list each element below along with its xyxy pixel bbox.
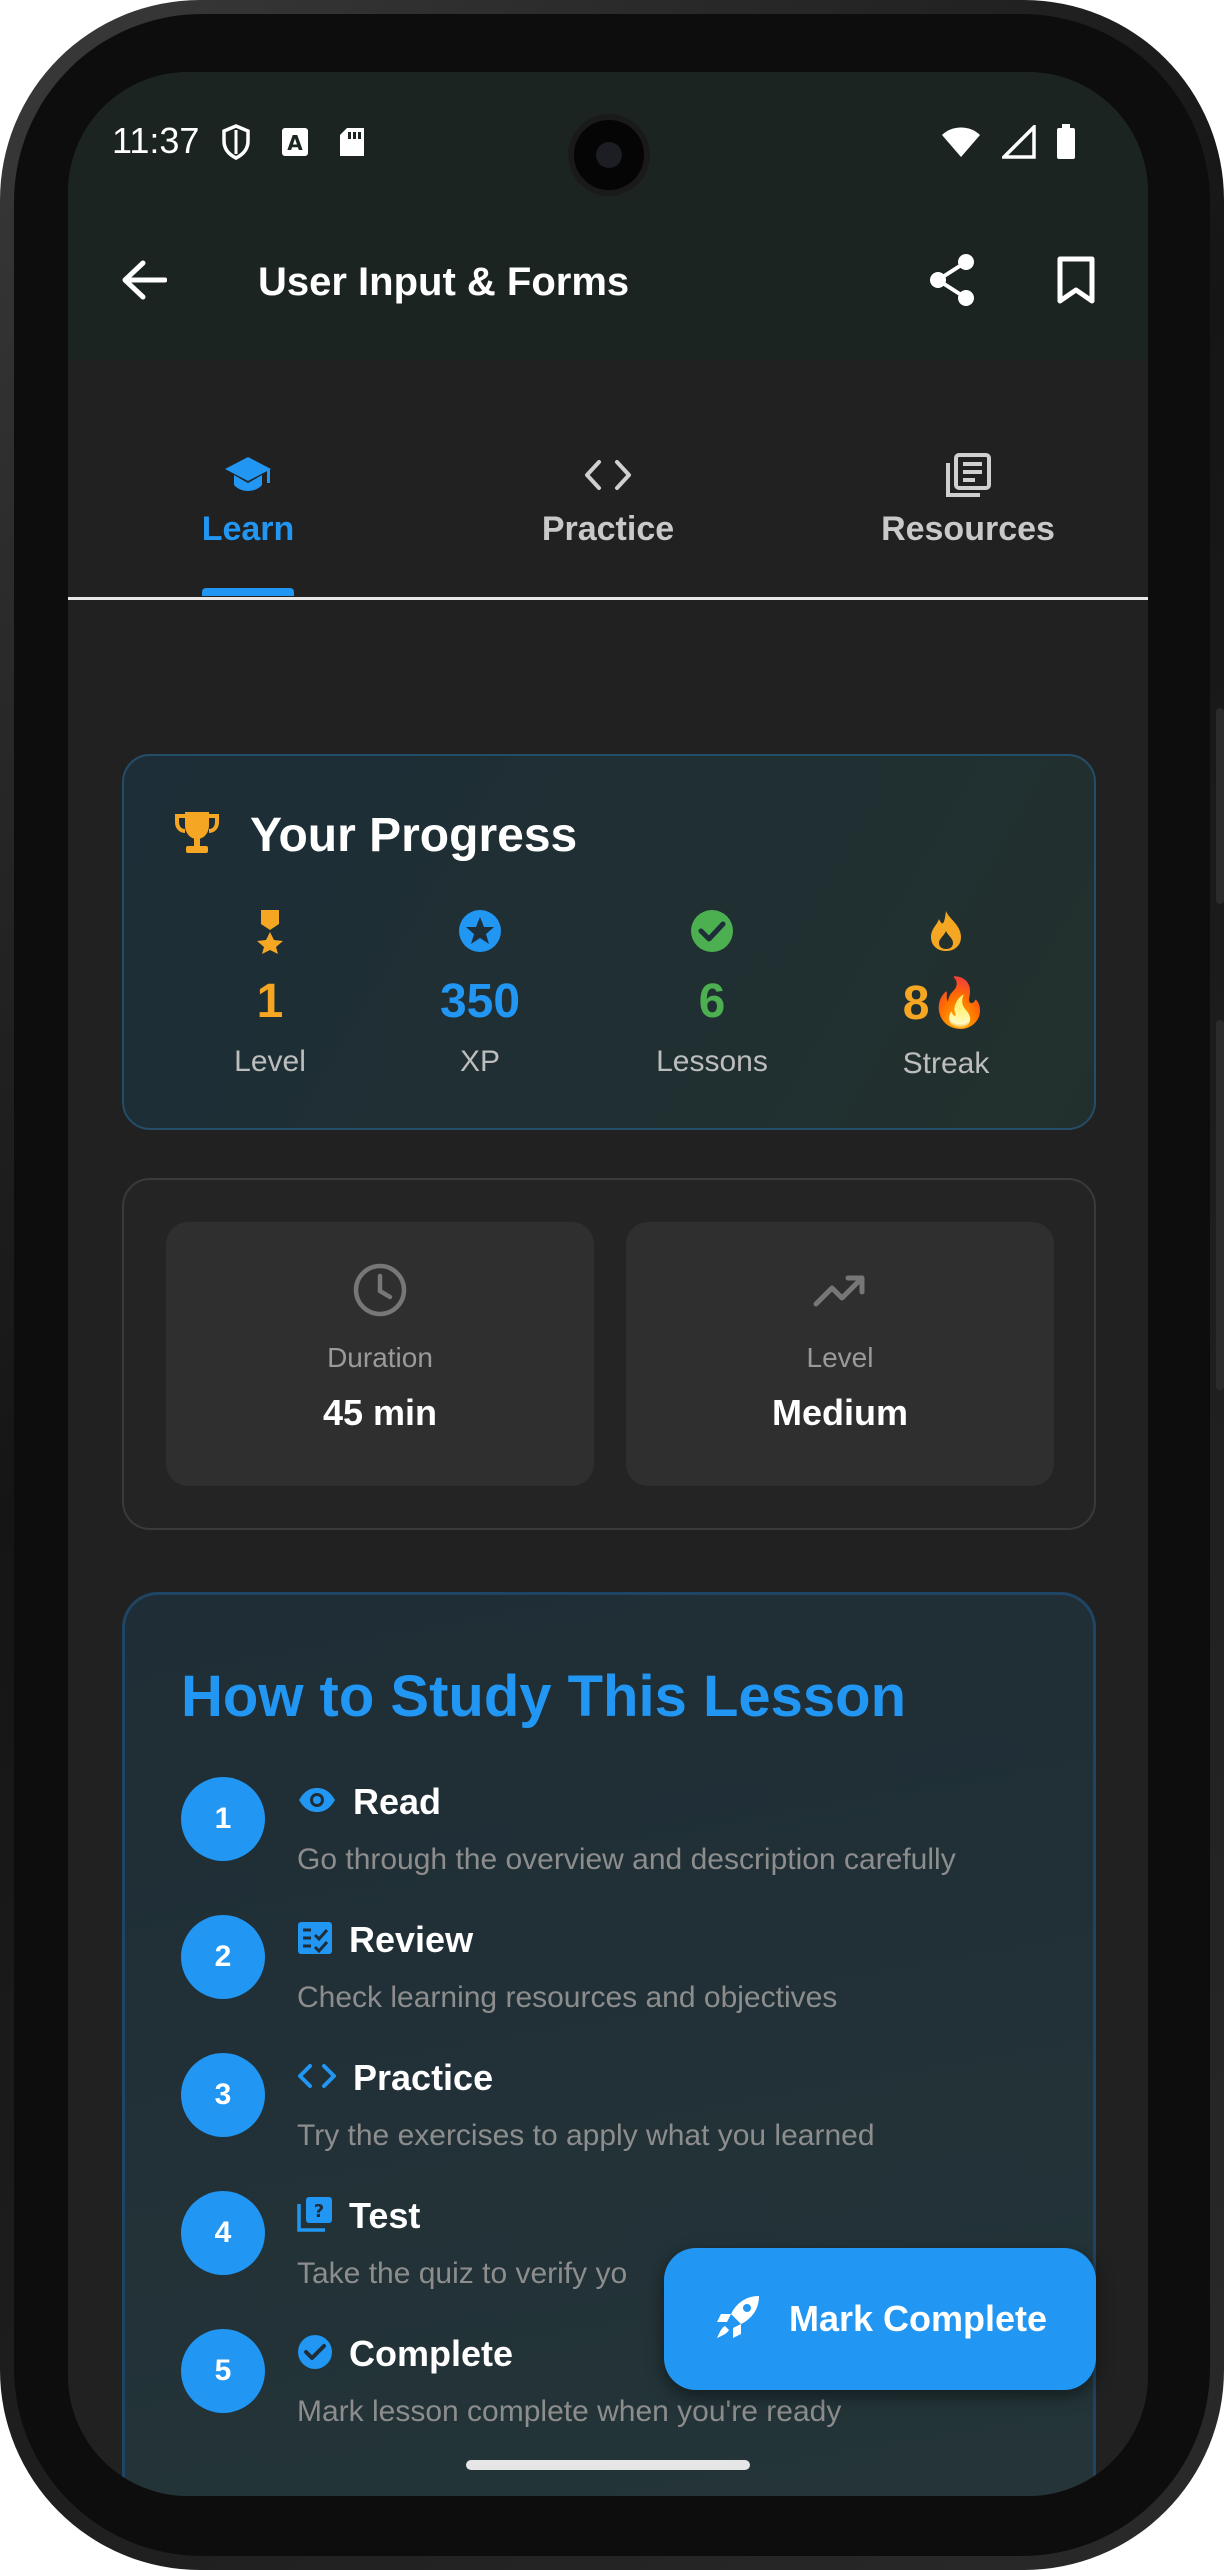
fire-icon (846, 906, 1046, 956)
level-label: Level (806, 1342, 874, 1373)
stat-label: Level (234, 1045, 306, 1078)
lesson-info-card: Duration 45 min Level Medium (122, 1178, 1096, 1530)
screen: 11:37 A User Input & Forms Learn Practic… (68, 72, 1148, 2496)
tab-label: Practice (541, 510, 675, 548)
share-button[interactable] (920, 248, 984, 312)
volume-button (1216, 1020, 1224, 1390)
step-number: 1 (181, 1777, 265, 1861)
step-description: Go through the overview and description … (297, 1843, 956, 1876)
study-title: How to Study This Lesson (181, 1664, 907, 1729)
trending-up-icon (626, 1260, 1054, 1320)
step-description: Mark lesson complete when you're ready (297, 2395, 842, 2428)
share-icon (930, 254, 974, 306)
status-bar: 11:37 A (68, 72, 1148, 212)
page-title: User Input & Forms (258, 260, 630, 304)
rocket-icon (713, 2292, 763, 2347)
duration-label: Duration (327, 1342, 433, 1373)
duration-tile: Duration 45 min (166, 1222, 594, 1486)
status-time: 11:37 (112, 120, 200, 161)
arrow-back-icon (122, 260, 167, 300)
step-description: Check learning resources and objectives (297, 1981, 838, 2014)
step-number: 4 (181, 2191, 265, 2275)
bookmark-button[interactable] (1044, 248, 1108, 312)
clock-icon (166, 1260, 594, 1320)
stat-xp: 350 XP (380, 906, 580, 1079)
active-tab-indicator (202, 588, 294, 596)
back-button[interactable] (112, 248, 176, 312)
step-title: Review (349, 1919, 474, 1960)
library-icon (788, 450, 1148, 500)
step-number: 5 (181, 2329, 265, 2413)
app-bar: User Input & Forms (68, 212, 1148, 360)
step-title: Complete (349, 2333, 514, 2374)
tab-label: Learn (201, 510, 295, 548)
tab-label: Resources (881, 510, 1055, 548)
stat-value: 1 (256, 975, 284, 1028)
step-description: Try the exercises to apply what you lear… (297, 2119, 875, 2152)
tab-bar: Learn Practice Resources (68, 360, 1148, 600)
stat-value: 350 (439, 975, 521, 1028)
battery-icon (1056, 124, 1076, 165)
svg-text:?: ? (314, 2201, 324, 2222)
step-number: 3 (181, 2053, 265, 2137)
stat-lessons: 6 Lessons (612, 906, 812, 1079)
code-icon (297, 2062, 337, 2095)
duration-value: 45 min (322, 1392, 438, 1433)
svg-text:A: A (287, 131, 303, 155)
tab-resources[interactable]: Resources (788, 450, 1148, 600)
star-icon (380, 906, 580, 956)
step-title: Test (349, 2195, 421, 2236)
study-step: 2 Review Check learning resources and ob… (181, 1915, 1081, 2035)
shield-icon (220, 124, 252, 165)
signal-icon (999, 122, 1036, 164)
code-icon (428, 450, 788, 500)
mark-complete-button[interactable]: Mark Complete (664, 2248, 1096, 2390)
power-button (1216, 708, 1224, 904)
bookmark-icon (1057, 256, 1095, 304)
study-step: 3 Practice Try the exercises to apply wh… (181, 2053, 1081, 2173)
level-value: Medium (771, 1392, 908, 1433)
school-icon (68, 450, 428, 500)
wifi-icon (940, 125, 982, 164)
stat-label: Lessons (656, 1045, 768, 1078)
progress-card: Your Progress 1 Level 350 XP 6 Lessons 8… (122, 754, 1096, 1130)
stat-level: 1 Level (170, 906, 370, 1079)
step-number: 2 (181, 1915, 265, 1999)
fab-label: Mark Complete (788, 2298, 1048, 2339)
stat-value: 6 (698, 975, 726, 1028)
study-step: 1 Read Go through the overview and descr… (181, 1777, 1081, 1897)
check-circle-icon (612, 906, 812, 956)
tab-practice[interactable]: Practice (428, 450, 788, 600)
eye-icon (297, 1786, 337, 1819)
quiz-icon: ? (297, 2196, 333, 2237)
level-tile: Level Medium (626, 1222, 1054, 1486)
stat-streak: 8🔥 Streak (846, 906, 1046, 1081)
font-a-icon: A (280, 126, 310, 163)
stat-value: 8🔥 (902, 977, 990, 1030)
step-title: Read (353, 1781, 442, 1822)
verified-icon (297, 2334, 333, 2375)
tab-learn[interactable]: Learn (68, 450, 428, 600)
sd-card-icon (338, 126, 366, 163)
medal-icon (170, 906, 370, 956)
stat-label: XP (459, 1045, 501, 1078)
step-description: Take the quiz to verify yo (297, 2257, 628, 2290)
step-title: Practice (353, 2057, 494, 2098)
stat-label: Streak (902, 1047, 990, 1080)
progress-title: Your Progress (250, 809, 578, 862)
checklist-icon (297, 1921, 333, 1960)
trophy-icon (174, 809, 220, 862)
phone-frame: 11:37 A User Input & Forms Learn Practic… (0, 0, 1224, 2570)
front-camera (568, 114, 650, 196)
home-indicator[interactable] (466, 2460, 750, 2470)
